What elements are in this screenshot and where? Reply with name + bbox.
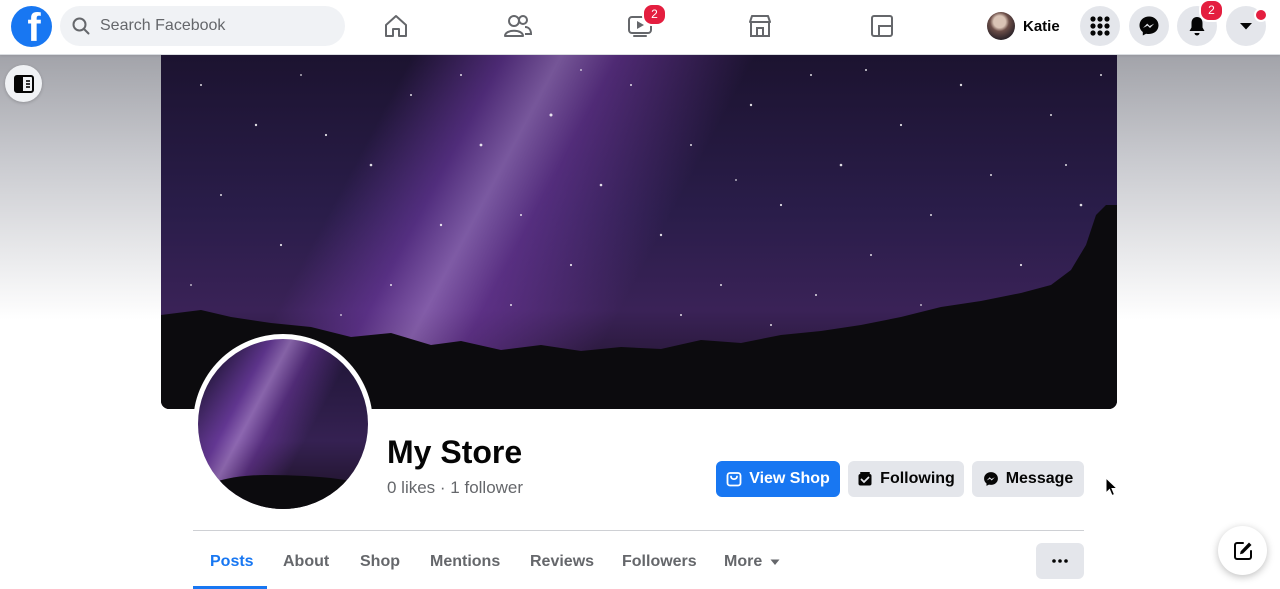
page-title: My Store: [387, 434, 523, 470]
view-shop-button[interactable]: View Shop: [716, 461, 840, 497]
groups-icon[interactable]: [860, 6, 904, 46]
ellipsis-icon: [1052, 559, 1068, 563]
notifications-badge: 2: [1199, 0, 1224, 22]
tab-followers[interactable]: Followers: [622, 550, 697, 574]
shop-bag-icon: [726, 471, 742, 487]
sidebar-toggle-icon[interactable]: [5, 65, 42, 102]
facebook-logo-icon[interactable]: f: [11, 6, 52, 47]
tab-mentions[interactable]: Mentions: [430, 550, 500, 574]
watch-icon[interactable]: 2: [618, 3, 667, 46]
user-avatar: [987, 12, 1015, 40]
compose-icon: [1233, 541, 1252, 560]
caret-down-icon: [1240, 23, 1252, 30]
message-button[interactable]: Message: [972, 461, 1084, 497]
marketplace-icon[interactable]: [738, 6, 782, 46]
page-stats[interactable]: 0 likes · 1 follower: [387, 478, 523, 498]
search-input[interactable]: [100, 17, 320, 35]
messenger-icon[interactable]: [1129, 6, 1169, 46]
tab-more[interactable]: More: [724, 550, 780, 574]
profile-picture[interactable]: [193, 334, 373, 514]
account-menu-button[interactable]: [1226, 6, 1268, 46]
tab-shop[interactable]: Shop: [360, 550, 400, 574]
tab-posts[interactable]: Posts: [210, 550, 254, 574]
search-icon: [72, 17, 90, 35]
tab-reviews[interactable]: Reviews: [530, 550, 594, 574]
caret-down-icon: [770, 559, 780, 565]
following-button[interactable]: Following: [848, 461, 964, 497]
tab-about[interactable]: About: [283, 550, 329, 574]
following-check-icon: [857, 471, 873, 487]
profile-name: Katie: [1023, 17, 1060, 35]
mouse-pointer-icon: [1105, 477, 1119, 497]
bell-icon[interactable]: 2: [1177, 0, 1224, 46]
home-icon[interactable]: [374, 6, 418, 46]
profile-chip[interactable]: Katie: [984, 8, 1070, 44]
following-label: Following: [880, 470, 955, 487]
more-options-button[interactable]: [1036, 543, 1084, 579]
menu-grid-icon[interactable]: [1080, 6, 1120, 46]
view-shop-label: View Shop: [749, 470, 830, 487]
new-message-button[interactable]: [1218, 526, 1267, 575]
friends-icon[interactable]: [496, 6, 540, 46]
watch-badge: 2: [642, 3, 667, 26]
search-box[interactable]: [60, 6, 345, 46]
top-navigation-bar: f 2: [0, 0, 1280, 55]
header-divider: [193, 530, 1084, 531]
messenger-icon: [983, 471, 999, 487]
message-label: Message: [1005, 470, 1074, 487]
tab-more-label: More: [724, 553, 763, 570]
account-alert-dot: [1254, 8, 1268, 22]
